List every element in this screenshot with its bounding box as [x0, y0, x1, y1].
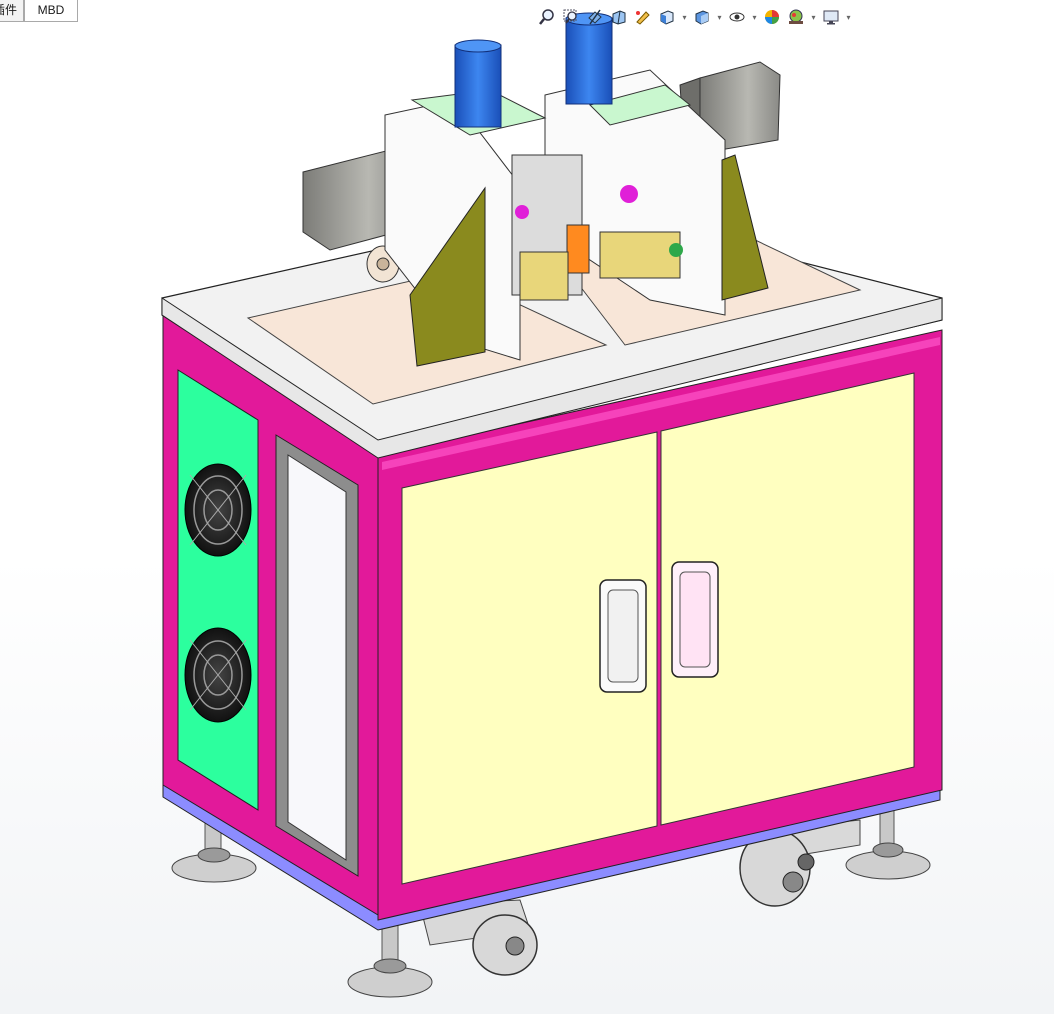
zoom-to-area-icon[interactable] [560, 6, 582, 28]
door-handle-left[interactable] [599, 579, 647, 693]
chevron-down-icon[interactable]: ▾ [750, 13, 759, 22]
dynamic-annotation-icon[interactable] [632, 6, 654, 28]
fan-panel [177, 369, 259, 811]
document-tabs: 插件 MBD [0, 0, 78, 22]
apply-scene-icon[interactable] [785, 6, 807, 28]
feed-roller-right [599, 231, 681, 279]
edit-appearance-icon[interactable] [761, 6, 783, 28]
3d-model-render[interactable] [0, 0, 1054, 1014]
orange-block [566, 224, 590, 274]
tab-plugins[interactable]: 插件 [0, 0, 24, 22]
previous-view-icon[interactable] [584, 6, 606, 28]
roller-magenta-left [515, 205, 529, 219]
feed-roller-left [519, 251, 569, 301]
view-orientation-icon[interactable] [656, 6, 678, 28]
tab-mbd[interactable]: MBD [24, 0, 78, 22]
chevron-down-icon[interactable]: ▾ [680, 13, 689, 22]
section-view-icon[interactable] [608, 6, 630, 28]
gear-green [669, 243, 683, 257]
zoom-to-fit-icon[interactable] [536, 6, 558, 28]
roller-magenta-right [620, 185, 638, 203]
door-handle-right[interactable] [671, 561, 719, 678]
cooling-fan-bottom [184, 627, 252, 723]
air-cylinder-left [454, 39, 502, 128]
display-style-icon[interactable] [691, 6, 713, 28]
cooling-fan-top [184, 463, 252, 557]
gusset-right [721, 154, 769, 301]
heads-up-view-toolbar: ▾ ▾ ▾ ▾ ▾ [536, 4, 853, 30]
chevron-down-icon[interactable]: ▾ [844, 13, 853, 22]
chevron-down-icon[interactable]: ▾ [715, 13, 724, 22]
hide-show-items-icon[interactable] [726, 6, 748, 28]
graphics-area[interactable]: 插件 MBD ▾ ▾ ▾ [0, 0, 1054, 1014]
leveling-foot-front-center [347, 919, 433, 998]
chevron-down-icon[interactable]: ▾ [809, 13, 818, 22]
view-settings-icon[interactable] [820, 6, 842, 28]
